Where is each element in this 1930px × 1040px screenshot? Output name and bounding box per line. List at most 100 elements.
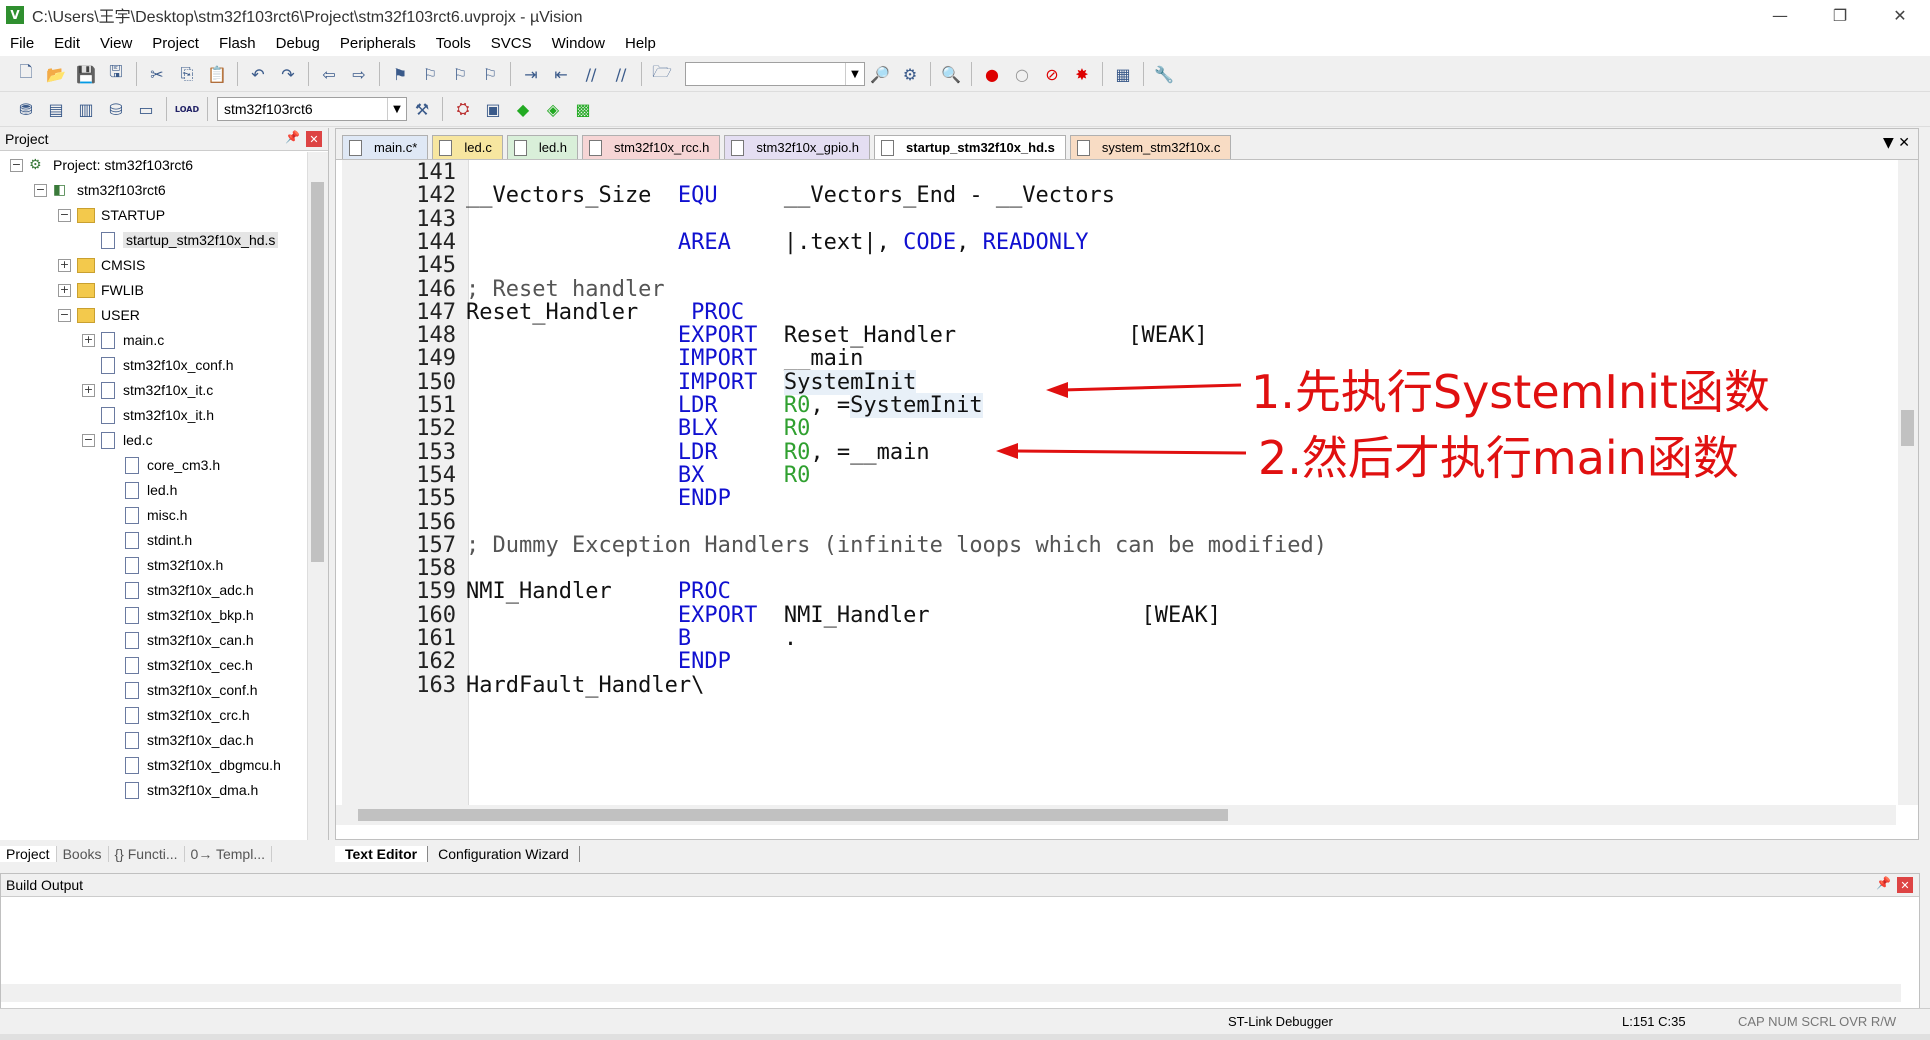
run-time-env-icon[interactable]: ▩ xyxy=(571,97,595,121)
translate-icon[interactable]: ⛃ xyxy=(14,97,38,121)
tree-file[interactable]: stm32f10x.h xyxy=(106,554,223,576)
incremental-find-icon[interactable]: ⚙ xyxy=(898,62,922,86)
disable-all-breakpoints-icon[interactable]: ⊘ xyxy=(1040,62,1064,86)
editor-tab[interactable]: system_stm32f10x.c xyxy=(1069,135,1232,159)
menu-svcs[interactable]: SVCS xyxy=(481,35,542,52)
tree-file[interactable]: stdint.h xyxy=(106,529,192,551)
download-load-icon[interactable]: LOAD xyxy=(175,97,199,121)
tab-menu-controls[interactable]: ▼ ✕ xyxy=(1883,135,1910,151)
configure-wrench-icon[interactable]: 🔧 xyxy=(1152,62,1176,86)
tab-text-editor[interactable]: Text Editor xyxy=(335,846,429,862)
tree-file[interactable]: stm32f10x_can.h xyxy=(106,629,254,651)
expand-icon[interactable]: + xyxy=(82,333,95,347)
tab-templates[interactable]: 0→ Templ... xyxy=(185,846,272,862)
disable-breakpoint-icon[interactable]: ○ xyxy=(1010,62,1034,86)
redo-icon[interactable]: ↷ xyxy=(276,62,300,86)
menu-project[interactable]: Project xyxy=(142,35,209,52)
copy-icon[interactable]: ⎘ xyxy=(175,62,199,86)
menu-file[interactable]: File xyxy=(0,35,44,52)
uncomment-icon[interactable]: // xyxy=(609,62,633,86)
collapse-icon[interactable]: − xyxy=(10,158,23,172)
tree-file[interactable]: stm32f10x_dbgmcu.h xyxy=(106,754,281,776)
unindent-icon[interactable]: ⇤ xyxy=(549,62,573,86)
tree-file[interactable]: misc.h xyxy=(106,504,187,526)
tree-file[interactable]: stm32f10x_conf.h xyxy=(106,679,258,701)
navigate-forward-icon[interactable]: ⇨ xyxy=(347,62,371,86)
manage-components-icon[interactable]: ⛭ xyxy=(451,97,475,121)
rebuild-icon[interactable]: ▥ xyxy=(74,97,98,121)
expand-icon[interactable]: + xyxy=(58,283,71,297)
undo-icon[interactable]: ↶ xyxy=(246,62,270,86)
find-in-files-icon[interactable]: 🗁 xyxy=(650,62,674,86)
editor-tab[interactable]: stm32f10x_gpio.h xyxy=(724,135,871,159)
menu-edit[interactable]: Edit xyxy=(44,35,90,52)
editor-tab[interactable]: main.c* xyxy=(342,135,429,159)
tree-folder[interactable]: − STARTUP xyxy=(58,204,165,226)
kill-breakpoints-icon[interactable]: ✸ xyxy=(1070,62,1094,86)
editor-tab[interactable]: led.h xyxy=(506,135,579,159)
save-all-icon[interactable]: 🖫 xyxy=(104,62,128,86)
tree-folder[interactable]: − USER xyxy=(58,304,140,326)
tree-file[interactable]: − led.c xyxy=(82,429,153,451)
new-file-icon[interactable]: 🗋 xyxy=(14,62,38,86)
indent-icon[interactable]: ⇥ xyxy=(519,62,543,86)
tree-file[interactable]: led.h xyxy=(106,479,177,501)
prev-bookmark-icon[interactable]: ⚐ xyxy=(418,62,442,86)
select-packs-icon[interactable]: ◈ xyxy=(541,97,565,121)
close-icon[interactable]: ✕ xyxy=(1897,877,1913,893)
menu-debug[interactable]: Debug xyxy=(266,35,330,52)
tree-folder[interactable]: + CMSIS xyxy=(58,254,145,276)
expand-icon[interactable]: + xyxy=(82,383,95,397)
editor-vertical-scrollbar[interactable] xyxy=(1898,160,1918,805)
tree-file[interactable]: + main.c xyxy=(82,329,164,351)
tree-file[interactable]: stm32f10x_bkp.h xyxy=(106,604,254,626)
collapse-icon[interactable]: − xyxy=(58,208,71,222)
menu-peripherals[interactable]: Peripherals xyxy=(330,35,426,52)
breakpoint-icon[interactable]: ● xyxy=(980,62,1004,86)
tree-file[interactable]: stm32f10x_adc.h xyxy=(106,579,254,601)
editor-horizontal-scrollbar[interactable] xyxy=(336,805,1896,825)
cut-icon[interactable]: ✂ xyxy=(145,62,169,86)
navigate-back-icon[interactable]: ⇦ xyxy=(317,62,341,86)
tree-file[interactable]: startup_stm32f10x_hd.s xyxy=(82,229,279,251)
tab-project[interactable]: Project xyxy=(0,846,57,862)
collapse-icon[interactable]: − xyxy=(58,308,71,322)
project-vertical-scrollbar[interactable] xyxy=(307,152,328,842)
build-icon[interactable]: ▤ xyxy=(44,97,68,121)
menu-help[interactable]: Help xyxy=(615,35,666,52)
pin-icon[interactable]: 📌 xyxy=(1876,876,1891,890)
expand-icon[interactable]: + xyxy=(58,258,71,272)
scroll-thumb[interactable] xyxy=(358,809,1228,821)
tab-functions[interactable]: {} Functi... xyxy=(109,846,185,862)
tree-file[interactable]: stm32f10x_dac.h xyxy=(106,729,254,751)
debug-session-icon[interactable]: 🔍 xyxy=(939,62,963,86)
tab-books[interactable]: Books xyxy=(57,846,109,862)
bookmark-icon[interactable]: ⚑ xyxy=(388,62,412,86)
stop-build-icon[interactable]: ▭ xyxy=(134,97,158,121)
tree-file[interactable]: core_cm3.h xyxy=(106,454,220,476)
open-folder-icon[interactable]: 📂 xyxy=(44,62,68,86)
close-button[interactable]: ✕ xyxy=(1870,0,1930,30)
collapse-icon[interactable]: − xyxy=(34,183,47,197)
tree-target[interactable]: − ◧ stm32f103rct6 xyxy=(34,179,166,201)
editor-tab[interactable]: led.c xyxy=(432,135,503,159)
window-layout-icon[interactable]: ▦ xyxy=(1111,62,1135,86)
code-view[interactable]: 141 142 __Vectors_Size EQU __Vectors_End -… xyxy=(336,160,1896,805)
paste-icon[interactable]: 📋 xyxy=(205,62,229,86)
maximize-button[interactable]: ❐ xyxy=(1810,0,1870,30)
menu-view[interactable]: View xyxy=(90,35,142,52)
menu-window[interactable]: Window xyxy=(542,35,615,52)
collapse-icon[interactable]: − xyxy=(82,433,95,447)
tree-file[interactable]: stm32f10x_cec.h xyxy=(106,654,253,676)
tree-file[interactable]: stm32f10x_dma.h xyxy=(106,779,258,801)
build-output-scrollbar[interactable] xyxy=(1,984,1901,1002)
target-select[interactable]: stm32f103rct6 ▼ xyxy=(217,97,407,121)
tree-file[interactable]: stm32f10x_conf.h xyxy=(82,354,234,376)
tree-folder[interactable]: + FWLIB xyxy=(58,279,144,301)
scroll-thumb[interactable] xyxy=(311,182,324,562)
tree-project[interactable]: − ⚙ Project: stm32f103rct6 xyxy=(10,154,193,176)
pin-icon[interactable]: 📌 xyxy=(285,130,300,144)
tree-file[interactable]: stm32f10x_crc.h xyxy=(106,704,250,726)
tab-configuration-wizard[interactable]: Configuration Wizard xyxy=(428,846,580,862)
editor-tab[interactable]: stm32f10x_rcc.h xyxy=(582,135,721,159)
